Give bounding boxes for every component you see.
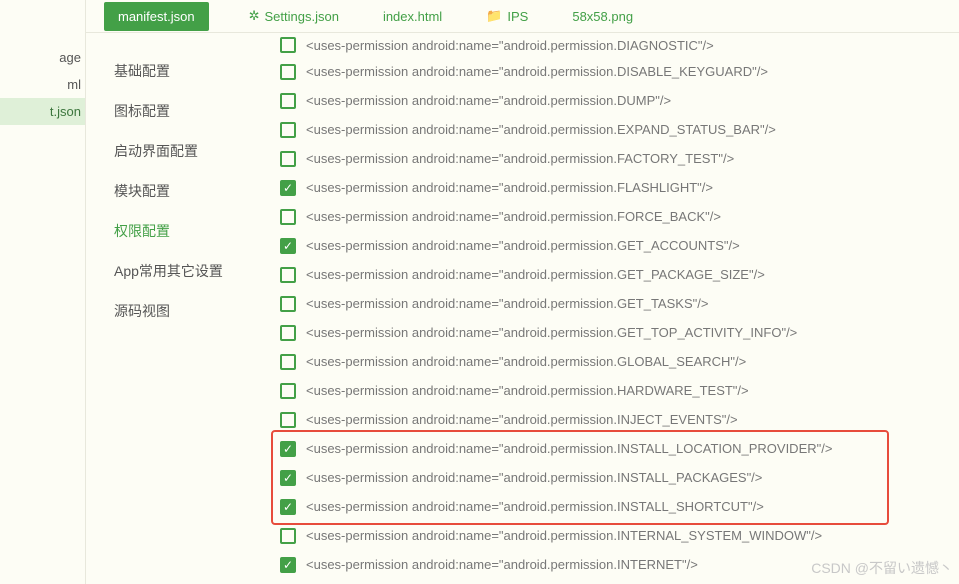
- tab-label: manifest.json: [118, 9, 195, 24]
- permission-checkbox[interactable]: [280, 93, 296, 109]
- permission-text: <uses-permission android:name="android.p…: [306, 180, 713, 195]
- editor-tab[interactable]: index.html: [379, 9, 446, 24]
- tab-label: index.html: [383, 9, 442, 24]
- permission-row: <uses-permission android:name="android.p…: [280, 318, 949, 347]
- permission-text: <uses-permission android:name="android.p…: [306, 499, 764, 514]
- permission-checkbox[interactable]: [280, 122, 296, 138]
- permission-checkbox[interactable]: [280, 354, 296, 370]
- permission-row: <uses-permission android:name="android.p…: [280, 57, 949, 86]
- permission-text: <uses-permission android:name="android.p…: [306, 151, 734, 166]
- permission-text: <uses-permission android:name="android.p…: [306, 267, 765, 282]
- permission-text: <uses-permission android:name="android.p…: [306, 325, 797, 340]
- gear-icon: ✲: [249, 8, 260, 24]
- editor-tab[interactable]: 📁 IPS: [482, 8, 532, 24]
- permission-text: <uses-permission android:name="android.p…: [306, 470, 762, 485]
- permission-row: <uses-permission android:name="android.p…: [280, 115, 949, 144]
- permission-row: <uses-permission android:name="android.p…: [280, 347, 949, 376]
- sidebar-item[interactable]: App常用其它设置: [114, 251, 260, 291]
- permission-text: <uses-permission android:name="android.p…: [306, 64, 768, 79]
- permission-row: ✓ <uses-permission android:name="android.…: [280, 492, 949, 521]
- permission-row: <uses-permission android:name="android.p…: [280, 33, 949, 57]
- file-tree: agemlt.json: [0, 0, 86, 584]
- permission-checkbox[interactable]: [280, 296, 296, 312]
- editor-tab[interactable]: ✲ Settings.json: [245, 8, 343, 24]
- tree-item[interactable]: t.json: [0, 98, 85, 125]
- permission-text: <uses-permission android:name="android.p…: [306, 238, 740, 253]
- permission-row: <uses-permission android:name="android.p…: [280, 260, 949, 289]
- permission-text: <uses-permission android:name="android.p…: [306, 296, 708, 311]
- permission-row: <uses-permission android:name="android.p…: [280, 144, 949, 173]
- sidebar-item[interactable]: 启动界面配置: [114, 131, 260, 171]
- permission-text: <uses-permission android:name="android.p…: [306, 209, 721, 224]
- permission-checkbox[interactable]: ✓: [280, 557, 296, 573]
- permission-text: <uses-permission android:name="android.p…: [306, 412, 738, 427]
- permission-row: ✓ <uses-permission android:name="android.…: [280, 434, 949, 463]
- tree-item[interactable]: ml: [0, 71, 85, 98]
- sidebar-item[interactable]: 图标配置: [114, 91, 260, 131]
- sidebar-item[interactable]: 源码视图: [114, 291, 260, 331]
- permission-checkbox[interactable]: ✓: [280, 499, 296, 515]
- permission-text: <uses-permission android:name="android.p…: [306, 354, 746, 369]
- folder-icon: 📁: [486, 8, 502, 24]
- permission-row: <uses-permission android:name="android.p…: [280, 202, 949, 231]
- permission-row: <uses-permission android:name="android.p…: [280, 521, 949, 550]
- permission-checkbox[interactable]: [280, 383, 296, 399]
- permission-row: <uses-permission android:name="android.p…: [280, 86, 949, 115]
- permission-row: <uses-permission android:name="android.p…: [280, 289, 949, 318]
- permission-checkbox[interactable]: [280, 325, 296, 341]
- permission-text: <uses-permission android:name="android.p…: [306, 122, 776, 137]
- permission-checkbox[interactable]: [280, 267, 296, 283]
- tab-label: 58x58.png: [572, 9, 633, 24]
- permission-row: <uses-permission android:name="android.p…: [280, 405, 949, 434]
- permission-checkbox[interactable]: ✓: [280, 238, 296, 254]
- config-sidebar: 基础配置图标配置启动界面配置模块配置权限配置App常用其它设置源码视图: [86, 33, 260, 584]
- tab-label: IPS: [507, 9, 528, 24]
- editor-tab[interactable]: manifest.json: [104, 2, 209, 31]
- permission-text: <uses-permission android:name="android.p…: [306, 38, 714, 53]
- editor-tab[interactable]: 58x58.png: [568, 9, 637, 24]
- permission-checkbox[interactable]: ✓: [280, 470, 296, 486]
- permission-checkbox[interactable]: ✓: [280, 180, 296, 196]
- permission-row: ✓ <uses-permission android:name="android.…: [280, 463, 949, 492]
- permission-checkbox[interactable]: [280, 209, 296, 225]
- sidebar-item[interactable]: 基础配置: [114, 51, 260, 91]
- permissions-list: <uses-permission android:name="android.p…: [260, 33, 959, 584]
- permission-checkbox[interactable]: [280, 64, 296, 80]
- sidebar-item[interactable]: 权限配置: [114, 211, 260, 251]
- permission-text: <uses-permission android:name="android.p…: [306, 93, 671, 108]
- tab-label: Settings.json: [265, 9, 339, 24]
- permission-row: ✓ <uses-permission android:name="android.…: [280, 173, 949, 202]
- sidebar-item[interactable]: 模块配置: [114, 171, 260, 211]
- permission-text: <uses-permission android:name="android.p…: [306, 557, 698, 572]
- permission-row: <uses-permission android:name="android.p…: [280, 376, 949, 405]
- permission-checkbox[interactable]: [280, 528, 296, 544]
- permission-text: <uses-permission android:name="android.p…: [306, 383, 749, 398]
- permission-row: ✓ <uses-permission android:name="android.…: [280, 231, 949, 260]
- tree-item[interactable]: age: [0, 44, 85, 71]
- permission-checkbox[interactable]: [280, 151, 296, 167]
- permission-text: <uses-permission android:name="android.p…: [306, 528, 822, 543]
- permission-checkbox[interactable]: ✓: [280, 441, 296, 457]
- permission-text: <uses-permission android:name="android.p…: [306, 441, 832, 456]
- editor-tabs: manifest.json ✲ Settings.json index.html 📁 IP…: [86, 0, 959, 33]
- permission-checkbox[interactable]: [280, 37, 296, 53]
- watermark: CSDN @不留い遗憾丶: [811, 558, 953, 578]
- permission-checkbox[interactable]: [280, 412, 296, 428]
